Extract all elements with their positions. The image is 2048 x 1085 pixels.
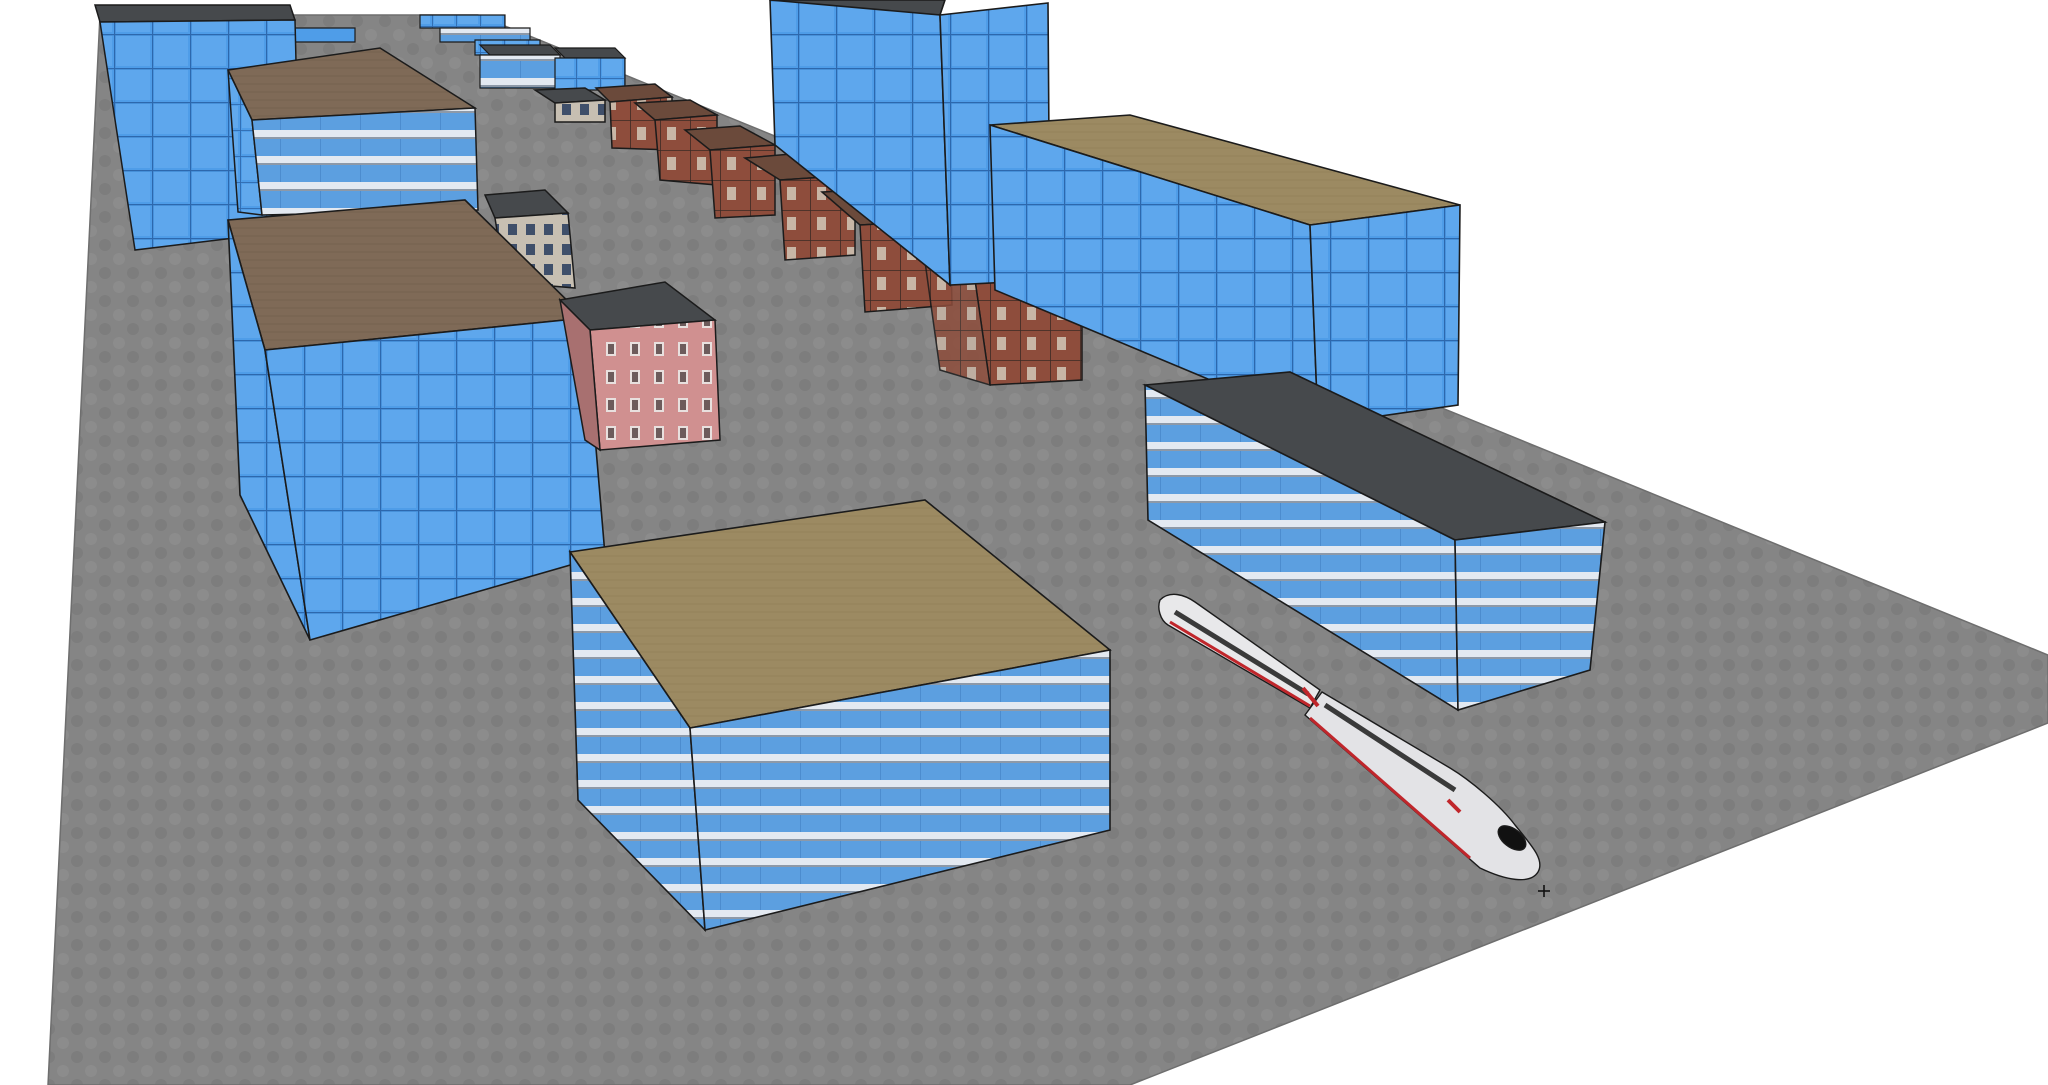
scene-canvas[interactable] <box>0 0 2048 1085</box>
3d-viewport[interactable] <box>0 0 2048 1085</box>
pink-classic-facade-building <box>558 281 721 452</box>
